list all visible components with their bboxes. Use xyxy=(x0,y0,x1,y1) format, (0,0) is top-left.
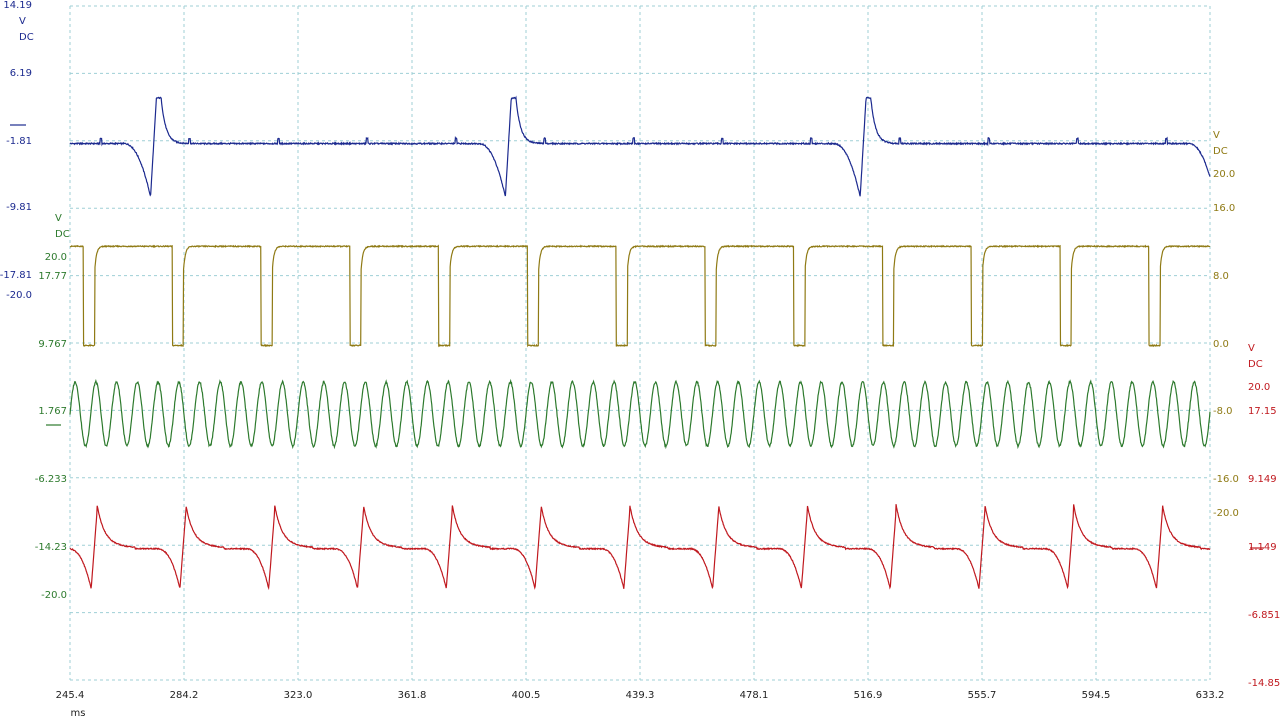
scope-chart: 245.4 284.2 323.0 361.8 400.5 439.3 478.1 516.9… xyxy=(0,0,1280,719)
red-axis-tick-label: 17.15 xyxy=(1248,406,1277,417)
green-axis-tick-label: 9.767 xyxy=(38,339,67,350)
x-tick-label: 478.1 xyxy=(740,690,769,701)
x-tick-label: 439.3 xyxy=(626,690,655,701)
x-tick-label: 516.9 xyxy=(854,690,883,701)
x-tick-label: 594.5 xyxy=(1082,690,1111,701)
x-tick-label: 400.5 xyxy=(512,690,541,701)
blue-axis-tick-label: -1.81 xyxy=(6,136,32,147)
green-axis-tick-label: -14.23 xyxy=(35,542,67,553)
green-axis-tick-label: -20.0 xyxy=(41,590,67,601)
x-tick-label: 633.2 xyxy=(1196,690,1225,701)
red-axis-unit-label: DC xyxy=(1248,359,1263,370)
blue-axis-tick-label: -20.0 xyxy=(6,290,32,301)
red-axis-tick-label: -14.85 xyxy=(1248,678,1280,689)
blue-axis-tick-label: 14.19 xyxy=(3,0,32,11)
olive-axis-tick-label: 16.0 xyxy=(1213,203,1235,214)
x-tick-label: 555.7 xyxy=(968,690,997,701)
red-axis-tick-label: 20.0 xyxy=(1248,382,1270,393)
olive-axis-tick-label: 0.0 xyxy=(1213,339,1229,350)
blue-axis-unit-label: DC xyxy=(19,32,34,43)
olive-axis-tick-label: 20.0 xyxy=(1213,169,1235,180)
blue-axis-tick-label: 6.19 xyxy=(10,68,32,79)
x-tick-label: 361.8 xyxy=(398,690,427,701)
olive-axis-tick-label: -8.0 xyxy=(1213,406,1233,417)
olive-axis-tick-label: 8.0 xyxy=(1213,271,1229,282)
olive-axis-unit-label: V xyxy=(1213,130,1220,141)
blue-axis-tick-label: -17.81 xyxy=(0,270,32,281)
green-axis-tick-label: 1.767 xyxy=(38,406,67,417)
red-axis-unit-label: V xyxy=(1248,343,1255,354)
blue-axis-unit-label: V xyxy=(19,16,26,27)
red-axis-tick-label: 9.149 xyxy=(1248,474,1277,485)
green-axis-unit-label: DC xyxy=(55,229,70,240)
blue-axis-tick-label: -9.81 xyxy=(6,202,32,213)
olive-axis-tick-label: -16.0 xyxy=(1213,474,1239,485)
green-axis-tick-label: 20.0 xyxy=(45,252,67,263)
x-tick-label: 245.4 xyxy=(56,690,85,701)
red-axis-tick-label: -6.851 xyxy=(1248,610,1280,621)
x-axis-unit: ms xyxy=(71,708,86,719)
olive-axis-unit-label: DC xyxy=(1213,146,1228,157)
green-axis-tick-label: -6.233 xyxy=(35,474,67,485)
olive-axis-tick-label: -20.0 xyxy=(1213,508,1239,519)
green-axis-unit-label: V xyxy=(55,213,62,224)
x-tick-label: 284.2 xyxy=(170,690,199,701)
x-tick-label: 323.0 xyxy=(284,690,313,701)
green-axis-tick-label: 17.77 xyxy=(38,271,67,282)
